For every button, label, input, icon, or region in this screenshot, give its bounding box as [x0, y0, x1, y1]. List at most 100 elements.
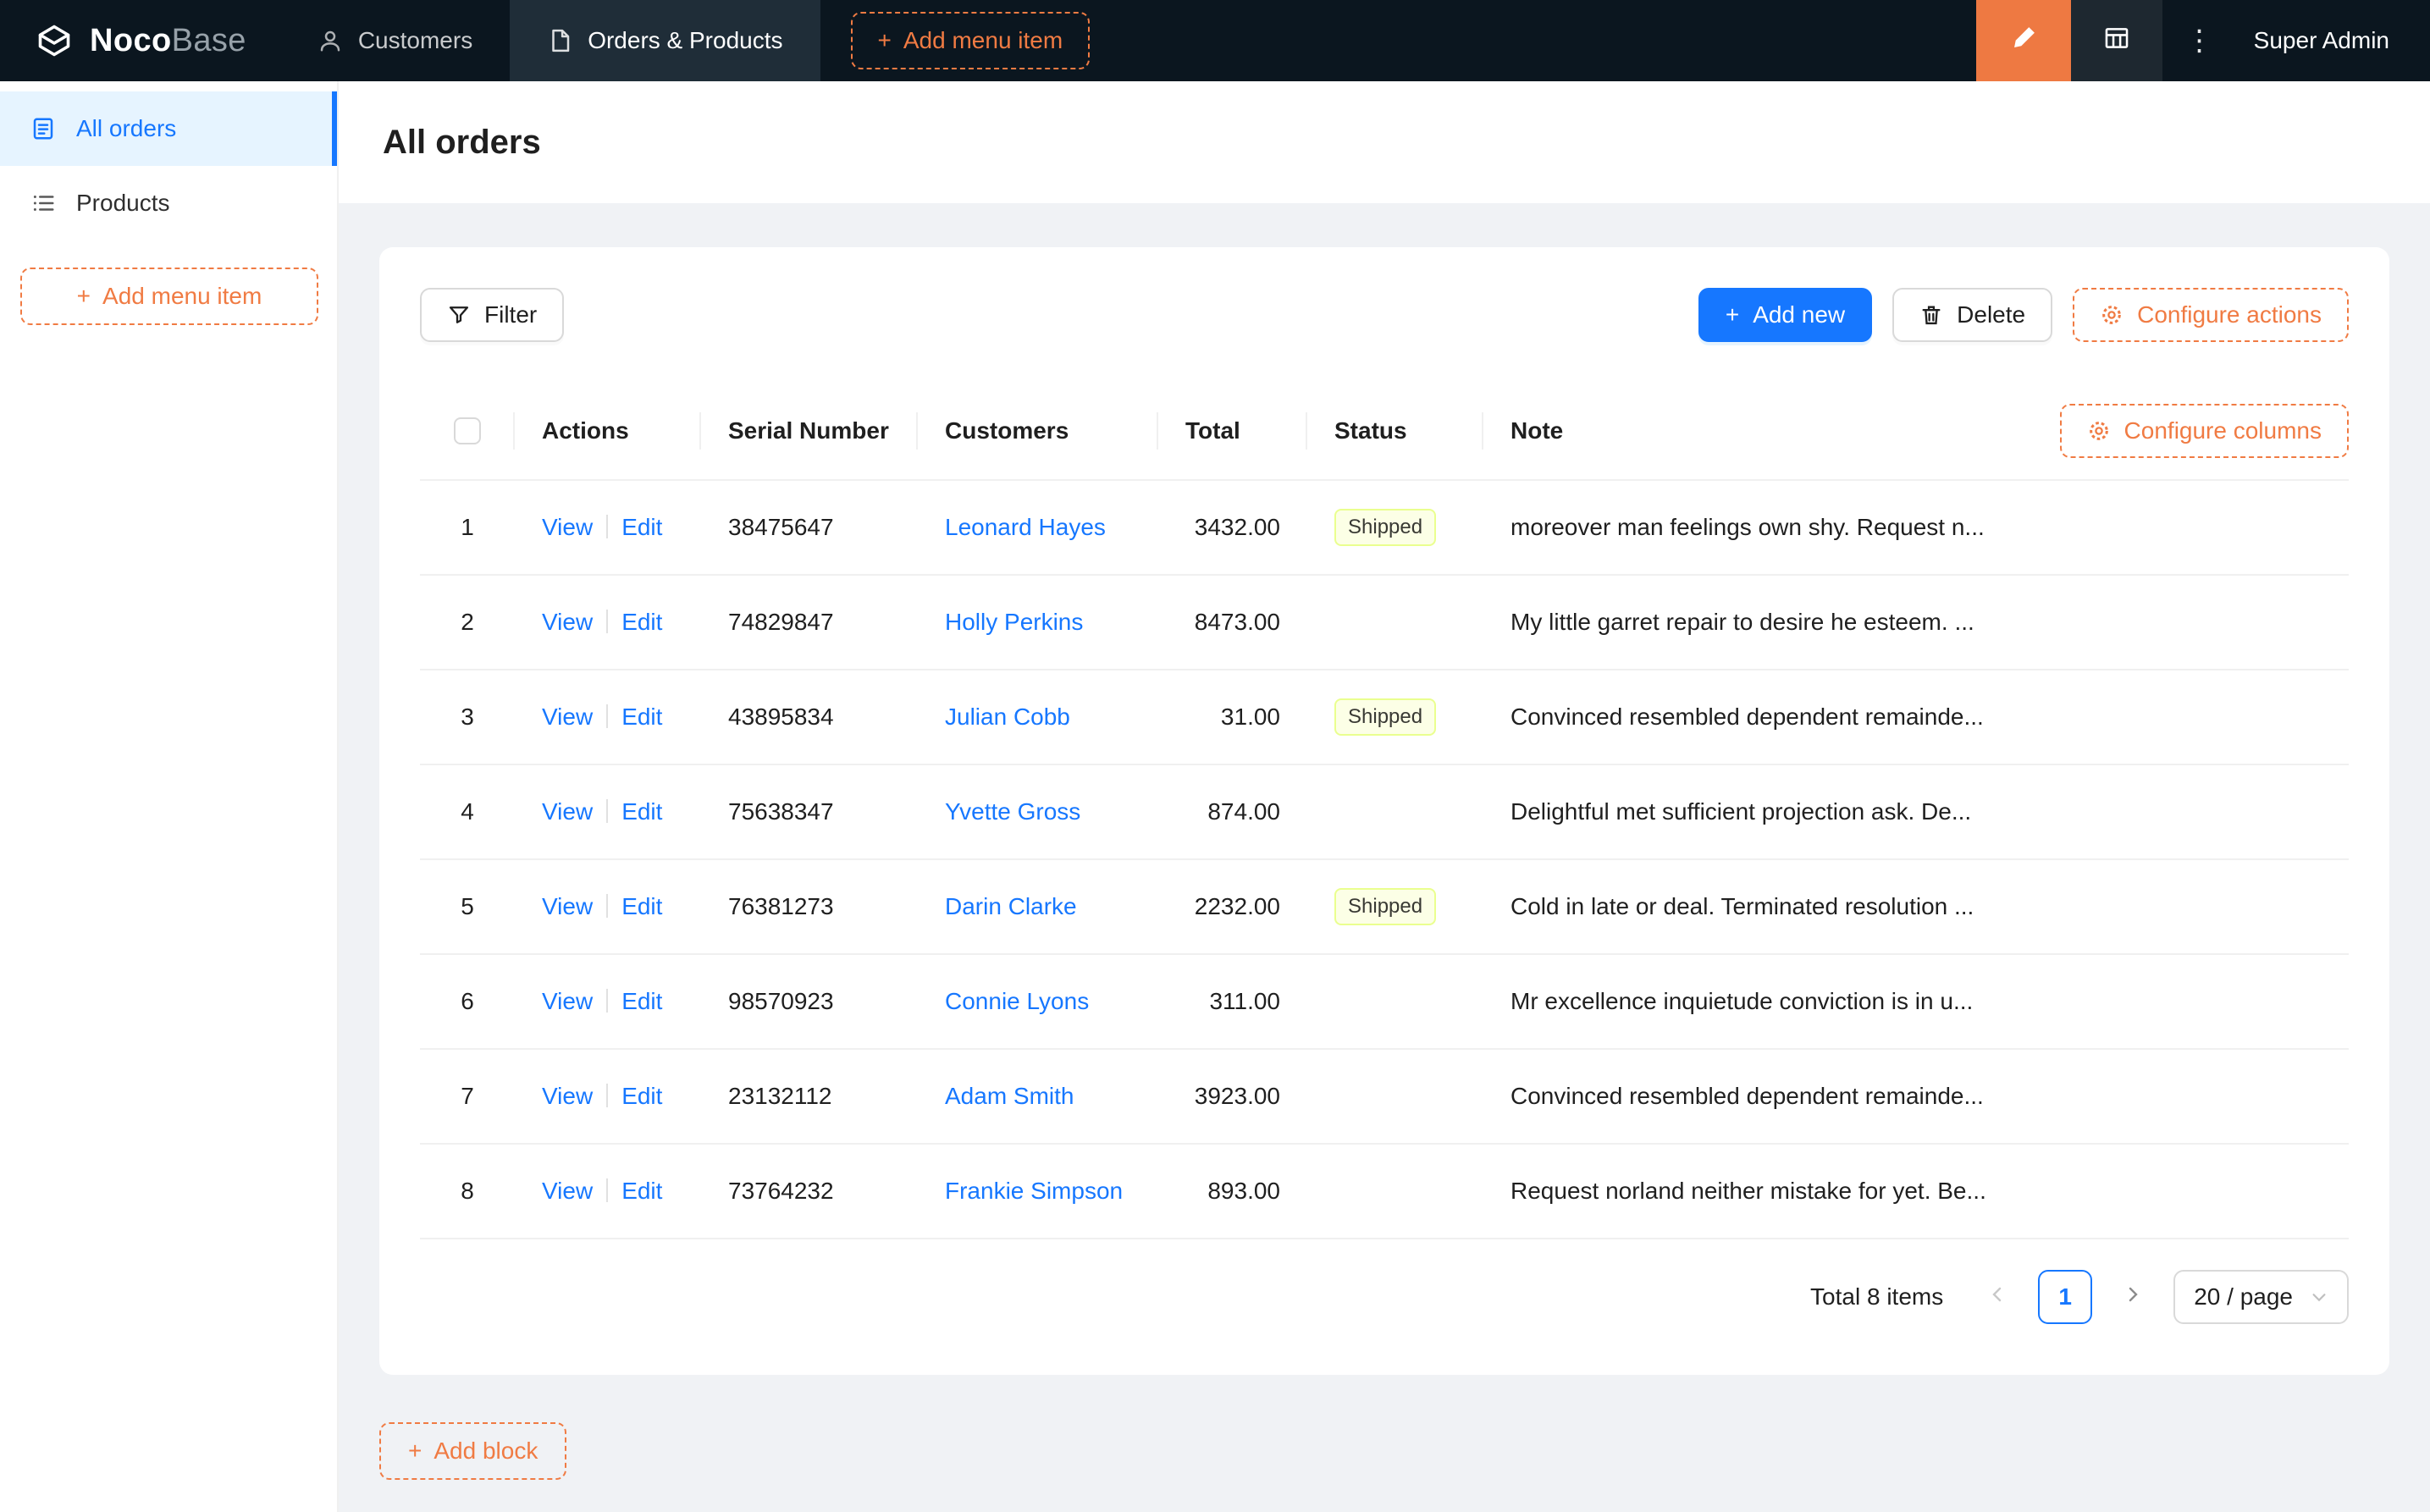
plus-icon: +	[408, 1438, 422, 1464]
configure-actions-button[interactable]: Configure actions	[2073, 288, 2349, 342]
table-row: 2 View Edit 74829847 Holly Perkins 8473.0…	[420, 576, 2349, 670]
edit-link[interactable]: Edit	[621, 798, 662, 825]
page-content: Filter + Add new Delete Configure action…	[339, 203, 2430, 1512]
table-row: 6 View Edit 98570923 Connie Lyons 311.00 …	[420, 955, 2349, 1050]
main-layout: All orders Products + Add menu item All …	[0, 81, 2430, 1512]
row-total: 31.00	[1220, 704, 1280, 730]
customer-link[interactable]: Darin Clarke	[945, 893, 1077, 919]
add-new-button[interactable]: + Add new	[1698, 288, 1873, 342]
edit-link[interactable]: Edit	[621, 514, 662, 540]
header-cell-serial-number: Serial Number	[701, 383, 918, 479]
edit-link[interactable]: Edit	[621, 893, 662, 919]
chevron-right-icon	[2123, 1283, 2143, 1311]
sidebar-item-all-orders[interactable]: All orders	[0, 91, 337, 166]
row-actions: View Edit	[515, 609, 701, 636]
configure-columns-button[interactable]: Configure columns	[2059, 404, 2349, 458]
gear-icon	[2100, 303, 2123, 327]
row-serial-number: 38475647	[728, 514, 834, 540]
sidebar: All orders Products + Add menu item	[0, 81, 339, 1512]
delete-button[interactable]: Delete	[1892, 288, 2053, 342]
nav-item-label: Orders & Products	[588, 27, 783, 53]
header-cell-select	[420, 383, 515, 479]
action-divider	[606, 704, 609, 728]
select-all-checkbox[interactable]	[454, 417, 481, 444]
nocobase-logo-icon	[34, 20, 75, 61]
row-serial-number: 74829847	[728, 609, 834, 635]
customer-link[interactable]: Yvette Gross	[945, 798, 1080, 825]
customer-link[interactable]: Connie Lyons	[945, 988, 1089, 1014]
data-source-button[interactable]	[2070, 0, 2162, 81]
filter-button[interactable]: Filter	[420, 288, 565, 342]
row-note: My little garret repair to desire he est…	[1510, 609, 1974, 635]
edit-link[interactable]: Edit	[621, 1178, 662, 1204]
nav-item-label: Customers	[357, 27, 473, 53]
user-menu[interactable]: Super Admin	[2237, 0, 2430, 81]
header-cell-note: Note Configure columns	[1483, 383, 2349, 479]
top-nav: NocoBase Customers Orders & Products + A…	[0, 0, 2430, 81]
sidebar-item-products[interactable]: Products	[0, 166, 337, 240]
orders-icon	[547, 28, 572, 53]
customer-link[interactable]: Holly Perkins	[945, 609, 1083, 635]
row-actions: View Edit	[515, 704, 701, 731]
main-area: All orders Filter + Add new Delete Confi…	[339, 81, 2430, 1512]
page-title: All orders	[383, 123, 541, 161]
app-root: NocoBase Customers Orders & Products + A…	[0, 0, 2430, 1512]
view-link[interactable]: View	[542, 893, 593, 919]
row-total: 893.00	[1207, 1178, 1280, 1204]
sidebar-add-menu-item-button[interactable]: + Add menu item	[20, 268, 318, 325]
nocobase-logo[interactable]: NocoBase	[0, 0, 280, 81]
status-tag: Shipped	[1334, 509, 1437, 546]
table-block: Filter + Add new Delete Configure action…	[379, 247, 2389, 1375]
nav-item-orders-products[interactable]: Orders & Products	[510, 0, 820, 81]
table-grid-icon	[2102, 24, 2131, 58]
form-document-icon	[30, 116, 56, 141]
view-link[interactable]: View	[542, 988, 593, 1014]
view-link[interactable]: View	[542, 514, 593, 540]
edit-link[interactable]: Edit	[621, 609, 662, 635]
chevron-down-icon	[2310, 1288, 2328, 1306]
nav-add-menu-item-button[interactable]: + Add menu item	[850, 12, 1091, 69]
nav-item-customers[interactable]: Customers	[280, 0, 510, 81]
pagination-page-1[interactable]: 1	[2038, 1270, 2093, 1324]
header-cell-total: Total	[1158, 383, 1307, 479]
pagination-prev-button[interactable]	[1970, 1270, 2024, 1324]
status-tag: Shipped	[1334, 698, 1437, 736]
add-block-button[interactable]: + Add block	[379, 1422, 567, 1480]
customer-link[interactable]: Adam Smith	[945, 1083, 1074, 1109]
page-size-select[interactable]: 20 / page	[2173, 1270, 2349, 1324]
row-note: Delightful met sufficient projection ask…	[1510, 798, 1972, 825]
row-index: 3	[461, 704, 474, 730]
view-link[interactable]: View	[542, 704, 593, 730]
edit-link[interactable]: Edit	[621, 704, 662, 730]
header-cell-actions: Actions	[515, 383, 701, 479]
view-link[interactable]: View	[542, 609, 593, 635]
view-link[interactable]: View	[542, 1083, 593, 1109]
row-total: 3432.00	[1194, 514, 1280, 540]
more-menu-button[interactable]: ⋮	[2162, 0, 2237, 81]
edit-link[interactable]: Edit	[621, 1083, 662, 1109]
customer-link[interactable]: Julian Cobb	[945, 704, 1070, 730]
orders-table: Actions Serial Number Customers Total St…	[420, 383, 2349, 1239]
customers-icon	[318, 28, 343, 53]
edit-link[interactable]: Edit	[621, 988, 662, 1014]
view-link[interactable]: View	[542, 1178, 593, 1204]
row-total: 2232.00	[1194, 893, 1280, 919]
table-row: 1 View Edit 38475647 Leonard Hayes 3432.0…	[420, 481, 2349, 576]
view-link[interactable]: View	[542, 798, 593, 825]
plus-icon: +	[877, 27, 892, 53]
pagination-total: Total 8 items	[1810, 1283, 1944, 1310]
row-index: 2	[461, 609, 474, 635]
action-divider	[606, 989, 609, 1013]
table-row: 5 View Edit 76381273 Darin Clarke 2232.00…	[420, 860, 2349, 955]
user-name: Super Admin	[2253, 27, 2389, 53]
plus-icon: +	[1725, 301, 1740, 328]
row-total: 874.00	[1207, 798, 1280, 825]
customer-link[interactable]: Frankie Simpson	[945, 1178, 1123, 1204]
action-divider	[606, 1084, 609, 1107]
header-cell-status: Status	[1307, 383, 1483, 479]
header-cell-customers: Customers	[918, 383, 1158, 479]
customer-link[interactable]: Leonard Hayes	[945, 514, 1106, 540]
pagination-next-button[interactable]	[2106, 1270, 2160, 1324]
highlighter-icon	[2008, 23, 2039, 59]
ui-editor-button[interactable]	[1975, 0, 2071, 81]
